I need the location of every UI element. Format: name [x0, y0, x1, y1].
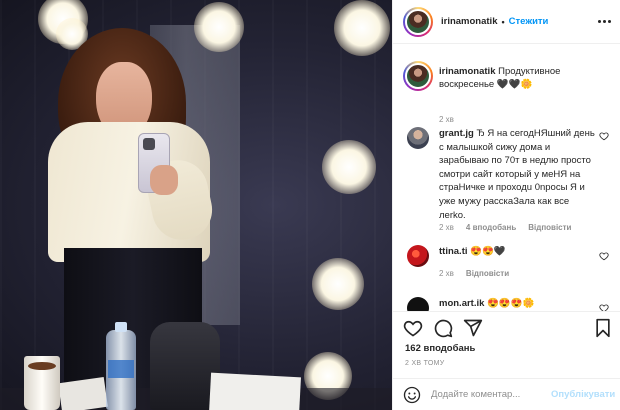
more-options-icon[interactable] — [597, 14, 611, 28]
photo-person-hand — [150, 165, 178, 195]
post-photo[interactable] — [0, 0, 392, 410]
comment-username[interactable]: mon.art.ik — [439, 298, 484, 309]
reply-button[interactable]: Відповісти — [528, 223, 571, 232]
add-comment-bar: Опублікувати — [393, 378, 620, 410]
comment-meta: 2 хв Відповісти — [439, 269, 509, 278]
share-icon[interactable] — [463, 318, 483, 338]
post-header: irinamonatik • Стежити — [393, 0, 620, 44]
author-username[interactable]: irinamonatik — [441, 16, 498, 27]
post-actions: 162 вподобань 2 ХВ ТОМУ — [393, 311, 620, 371]
comment-text: mon.art.ik 😍😍😍🌼 — [439, 297, 595, 311]
comment-body: 😍😍🖤 — [467, 246, 506, 257]
publish-button[interactable]: Опублікувати — [551, 389, 615, 400]
caption-avatar[interactable] — [403, 61, 433, 91]
photo-light-bulb — [334, 0, 390, 56]
comment-input[interactable] — [431, 389, 551, 400]
comment-like-heart-icon[interactable] — [599, 251, 609, 261]
comment-avatar[interactable] — [407, 127, 429, 149]
bookmark-icon[interactable] — [593, 318, 613, 338]
comment-icon[interactable] — [433, 318, 453, 338]
comment-username[interactable]: grant.jg — [439, 128, 474, 139]
photo-paper — [58, 376, 108, 410]
comment-text: grant.jg Ђ Я на сегодНЯшний день с малыш… — [439, 127, 595, 222]
comment-avatar[interactable] — [407, 297, 429, 311]
comments-section[interactable]: irinamonatik Продуктивное воскресенье 🖤🖤… — [393, 45, 620, 311]
photo-light-bulb — [322, 140, 376, 194]
photo-water-bottle — [106, 322, 136, 410]
heart-icon[interactable] — [403, 318, 423, 338]
caption-username[interactable]: irinamonatik — [439, 66, 496, 77]
comment-avatar[interactable] — [407, 245, 429, 267]
photo-cup — [24, 356, 60, 410]
comment-meta: 2 хв 4 вподобань Відповісти — [439, 223, 571, 232]
comment-like-heart-icon[interactable] — [599, 131, 609, 141]
header-separator: • — [501, 16, 505, 27]
reply-button[interactable]: Відповісти — [466, 269, 509, 278]
comment-likes[interactable]: 4 вподобань — [466, 223, 516, 232]
photo-light-bulb — [312, 258, 364, 310]
comment-time: 2 хв — [439, 269, 454, 278]
caption-text: irinamonatik Продуктивное воскресенье 🖤🖤… — [439, 65, 604, 91]
comment-like-heart-icon[interactable] — [599, 303, 609, 311]
comment-body: Ђ Я на сегодНЯшний день с малышкой сижу … — [439, 128, 595, 221]
action-icons — [403, 318, 483, 338]
comment-body: 😍😍😍🌼 — [484, 298, 535, 309]
likes-count[interactable]: 162 вподобань — [405, 343, 475, 354]
comment-username[interactable]: ttina.ti — [439, 246, 468, 257]
post-container: irinamonatik • Стежити irinamonatik Прод… — [0, 0, 620, 410]
caption-time: 2 хв — [439, 115, 454, 124]
photo-paper — [209, 372, 301, 410]
comment-text: ttina.ti 😍😍🖤 — [439, 245, 595, 259]
post-time-ago: 2 ХВ ТОМУ — [405, 360, 445, 367]
follow-button[interactable]: Стежити — [509, 16, 549, 27]
comment-time: 2 хв — [439, 223, 454, 232]
author-avatar[interactable] — [403, 6, 433, 37]
post-side-panel: irinamonatik • Стежити irinamonatik Прод… — [392, 0, 620, 410]
photo-light-bulb — [194, 2, 244, 52]
emoji-icon[interactable] — [403, 386, 421, 404]
